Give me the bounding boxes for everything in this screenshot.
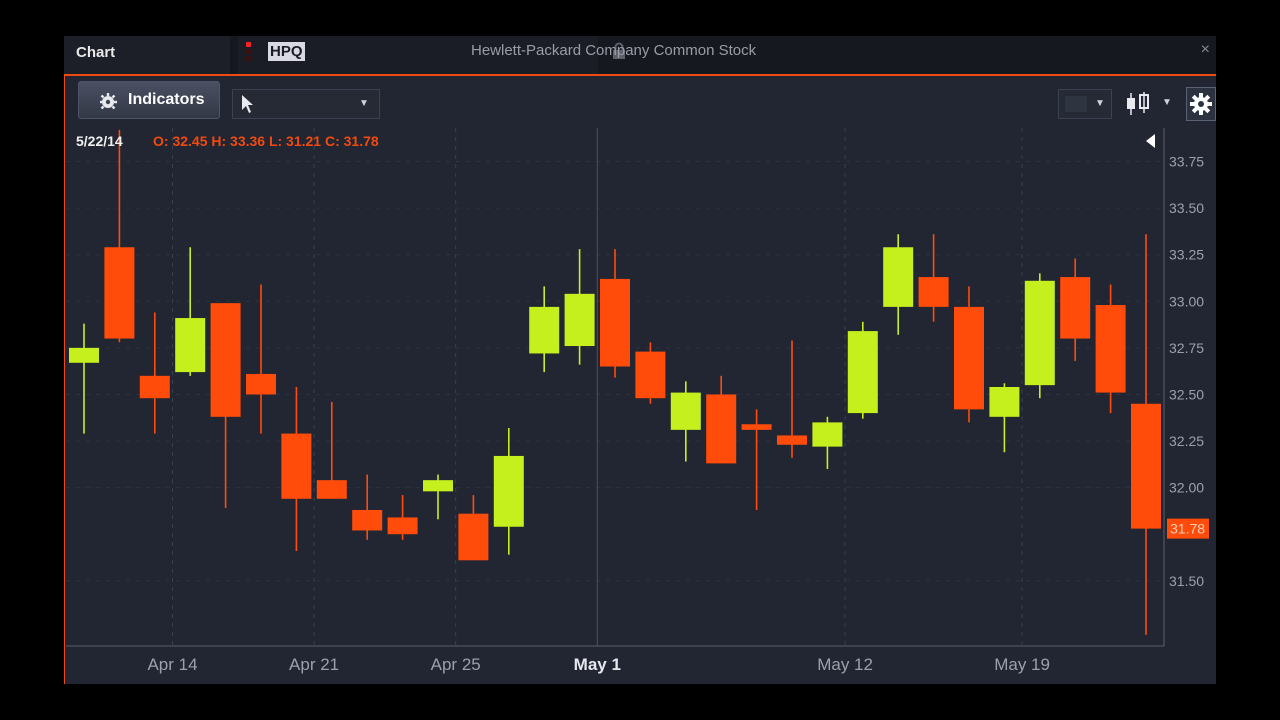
x-tick-label: Apr 25 <box>431 655 481 674</box>
x-tick-label: Apr 14 <box>147 655 197 674</box>
y-tick-label: 31.50 <box>1169 573 1204 589</box>
y-tick-label: 32.00 <box>1169 480 1204 496</box>
y-tick-label: 33.25 <box>1169 247 1204 263</box>
last-price-label: 31.78 <box>1170 521 1205 537</box>
candle-body <box>1131 403 1161 529</box>
y-tick-label: 32.50 <box>1169 386 1204 402</box>
candle-body <box>1024 280 1055 386</box>
candle-body <box>670 392 701 430</box>
candle-body <box>741 424 772 430</box>
candle-body <box>316 480 347 499</box>
candle-body <box>918 277 949 307</box>
x-tick-label: May 12 <box>817 655 873 674</box>
candle-body <box>493 455 524 527</box>
y-tick-label: 32.25 <box>1169 433 1204 449</box>
candle-body <box>529 306 560 354</box>
candle-body <box>777 435 807 445</box>
x-tick-label: May 19 <box>994 655 1050 674</box>
ohlc-values: O: 32.45 H: 33.36 L: 31.21 C: 31.78 <box>153 133 379 149</box>
candle-body <box>69 347 99 363</box>
candle-body <box>139 375 170 399</box>
collapse-panel-icon[interactable] <box>1146 134 1155 148</box>
candle-body <box>954 306 984 410</box>
candle-body <box>1095 305 1126 393</box>
ohlc-date: 5/22/14 <box>76 133 123 149</box>
y-tick-label: 32.75 <box>1169 340 1204 356</box>
candle-body <box>1060 277 1091 339</box>
candle-body <box>847 331 878 414</box>
y-tick-label: 33.75 <box>1169 154 1204 170</box>
candle-body <box>104 247 135 339</box>
candle-body <box>210 303 241 417</box>
x-tick-label: Apr 21 <box>289 655 339 674</box>
candle-body <box>883 247 914 307</box>
x-tick-label: May 1 <box>574 655 621 674</box>
chart-window: Chart HPQ Hewlett-Packard Company Common… <box>64 36 1216 684</box>
candle-body <box>423 480 453 492</box>
y-tick-label: 33.50 <box>1169 200 1204 216</box>
candle-body <box>989 387 1020 417</box>
candle-body <box>564 293 595 347</box>
candle-body <box>458 513 489 561</box>
candle-body <box>175 318 206 373</box>
candle-body <box>246 373 276 395</box>
candle-body <box>812 422 843 447</box>
y-tick-label: 33.00 <box>1169 293 1204 309</box>
candle-body <box>706 394 737 464</box>
candle-body <box>600 278 630 367</box>
candle-body <box>635 351 666 399</box>
candle-body <box>281 433 312 499</box>
candle-body <box>352 509 383 531</box>
candle-body <box>387 517 418 535</box>
